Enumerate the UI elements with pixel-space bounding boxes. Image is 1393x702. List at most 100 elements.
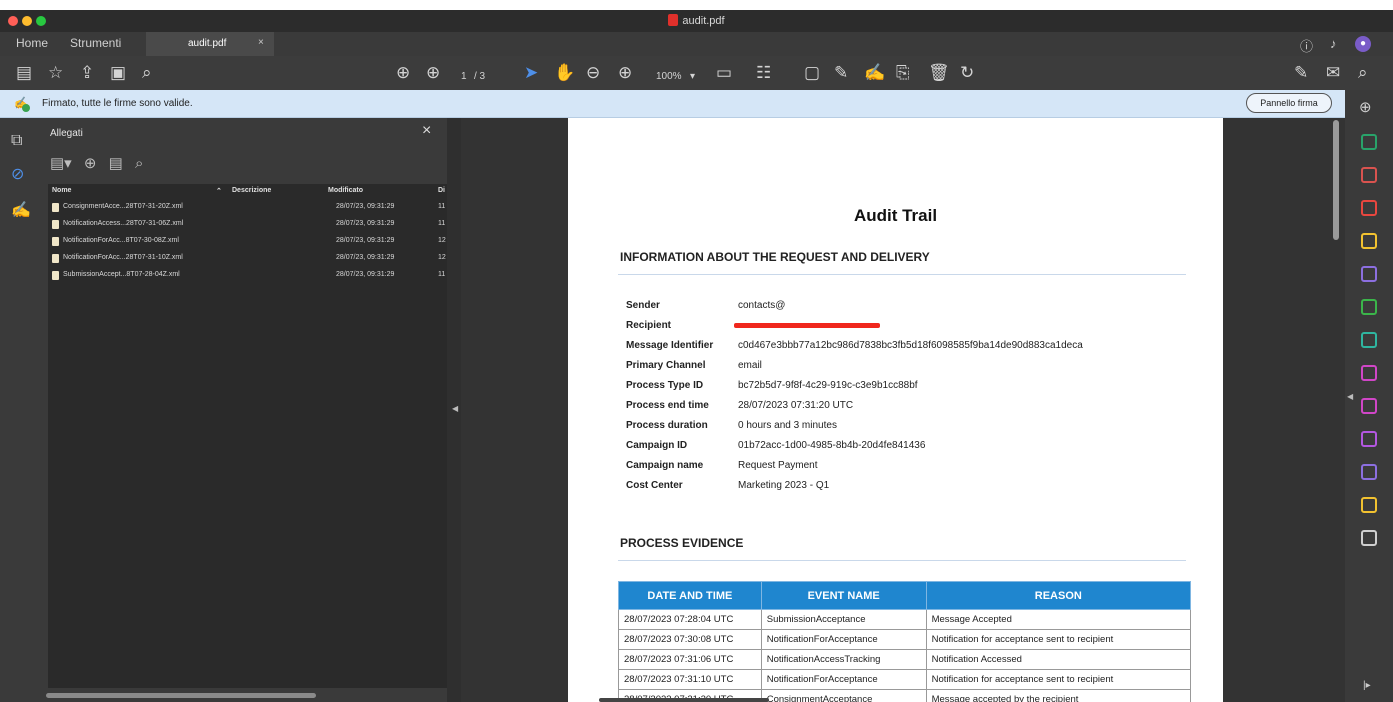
attachments-toolbar: ▤▾ ⊕ ▤ ⌕	[50, 154, 151, 172]
request-signatures-icon[interactable]	[1361, 431, 1377, 447]
bookmark-star-icon[interactable]: ☆	[48, 63, 63, 83]
attachments-close-button[interactable]: ×	[422, 122, 431, 140]
compress-pdf-icon[interactable]	[1361, 332, 1377, 348]
field-value: 28/07/2023 07:31:20 UTC	[738, 400, 854, 411]
protect-icon[interactable]	[1361, 398, 1377, 414]
signature-valid-icon: ✍	[14, 96, 30, 112]
page-number-input[interactable]: 1	[461, 67, 467, 87]
attachment-row[interactable]: NotificationAccess...28T07-31-06Z.xml 28…	[48, 216, 447, 233]
field-value: Request Payment	[738, 460, 818, 471]
section-divider	[618, 560, 1186, 561]
fill-sign-icon[interactable]: ✎	[1294, 63, 1308, 83]
attachment-row[interactable]: NotificationForAcc...28T07-31-10Z.xml 28…	[48, 250, 447, 267]
tab-document[interactable]: audit.pdf ×	[146, 32, 274, 56]
document-vertical-scrollbar[interactable]	[1333, 120, 1339, 240]
attachment-row[interactable]: NotificationForAcc...8T07-30-08Z.xml 28/…	[48, 233, 447, 250]
export-pdf-icon[interactable]	[1361, 134, 1377, 150]
field-label: Process Type ID	[626, 380, 704, 391]
save-attachment-icon[interactable]: ▤	[109, 155, 123, 172]
redact-icon[interactable]	[1361, 497, 1377, 513]
select-tool-icon[interactable]: ➤	[524, 63, 538, 83]
user-search-icon[interactable]: ⌕	[1358, 63, 1368, 83]
page-display-icon[interactable]: ▭	[716, 63, 732, 83]
xml-file-icon	[52, 203, 59, 212]
signature-status-text: Firmato, tutte le firme sono valide.	[42, 98, 193, 109]
tab-home[interactable]: Home	[16, 36, 48, 50]
window-title: audit.pdf	[682, 15, 725, 27]
xml-file-icon	[52, 271, 59, 280]
next-page-icon[interactable]: ⊕	[426, 63, 440, 83]
help-icon[interactable]: ⓘ	[1300, 36, 1313, 55]
signature-panel-button[interactable]: Pannello firma	[1246, 93, 1332, 113]
zoom-in-icon[interactable]: ⊕	[618, 63, 632, 83]
attachments-paperclip-icon[interactable]: ⊘	[11, 164, 24, 184]
table-row: 28/07/2023 07:31:06 UTC NotificationAcce…	[618, 649, 1192, 670]
sign-icon[interactable]	[1361, 464, 1377, 480]
create-pdf-icon[interactable]	[1361, 200, 1377, 216]
process-evidence-table: DATE AND TIME EVENT NAME REASON 28/07/20…	[618, 581, 1192, 702]
xml-file-icon	[52, 237, 59, 246]
previous-page-icon[interactable]: ⊕	[396, 63, 410, 83]
column-header-size[interactable]: Di	[438, 187, 445, 194]
stamp-tool-icon[interactable]: ⎘	[896, 63, 910, 83]
table-cell: 28/07/2023 07:31:10 UTC	[618, 669, 762, 690]
page-thumbnails-icon[interactable]: ⧉	[11, 132, 22, 150]
add-attachment-icon[interactable]: ⊕	[84, 155, 97, 172]
tab-close-button[interactable]: ×	[258, 37, 264, 48]
field-label: Message Identifier	[626, 340, 714, 351]
xml-file-icon	[52, 254, 59, 263]
hand-tool-icon[interactable]: ✋	[554, 63, 575, 83]
table-cell: NotificationForAcceptance	[760, 629, 927, 650]
tab-bar: Home Strumenti audit.pdf × ⓘ ♪ ●	[0, 32, 1393, 56]
sign-tool-icon[interactable]: ✍	[864, 63, 885, 83]
collapse-panel-arrow-icon[interactable]: ◀	[452, 404, 458, 413]
zoom-dropdown-chevron-icon[interactable]: ▾	[690, 67, 695, 87]
search-icon[interactable]: ⌕	[142, 63, 152, 83]
table-cell: ConsignmentAcceptance	[760, 689, 927, 702]
column-header-modified[interactable]: Modificato	[328, 187, 363, 194]
edit-pdf-icon[interactable]	[1361, 299, 1377, 315]
expand-panel-icon[interactable]: |▸	[1363, 680, 1371, 691]
zoom-search-icon[interactable]: ⊕	[1359, 98, 1375, 116]
document-viewport[interactable]: Audit Trail INFORMATION ABOUT THE REQUES…	[461, 118, 1345, 702]
floating-page-toolbar-edge[interactable]	[599, 698, 769, 702]
tab-tools[interactable]: Strumenti	[70, 36, 121, 50]
zoom-out-icon[interactable]: ⊖	[586, 63, 600, 83]
panel-splitter[interactable]: ◀	[447, 118, 461, 702]
fill-sign-icon[interactable]	[1361, 365, 1377, 381]
column-header-name[interactable]: Nome	[52, 187, 71, 194]
highlight-pen-icon[interactable]: ✎	[834, 63, 848, 83]
upload-cloud-icon[interactable]: ⇪	[80, 63, 94, 83]
table-cell: 28/07/2023 07:28:04 UTC	[618, 609, 762, 630]
print-icon[interactable]: ▣	[110, 63, 126, 83]
rotate-icon[interactable]: ↻	[960, 63, 974, 83]
table-row: 28/07/2023 07:28:04 UTC SubmissionAccept…	[618, 609, 1192, 630]
zoom-level-dropdown[interactable]: 100%	[656, 67, 682, 87]
evidence-table-header: DATE AND TIME EVENT NAME REASON	[618, 581, 1192, 610]
collapse-tools-arrow-icon[interactable]: ◀	[1347, 392, 1353, 401]
attachment-row[interactable]: SubmissionAccept...8T07-28-04Z.xml 28/07…	[48, 267, 447, 284]
save-icon[interactable]: ▤	[16, 63, 32, 83]
scroll-mode-icon[interactable]: ☷	[756, 63, 771, 83]
xml-file-icon	[52, 220, 59, 229]
more-tools-icon[interactable]	[1361, 530, 1377, 546]
comment-tool-icon[interactable]: ▢	[804, 63, 820, 83]
notifications-bell-icon[interactable]: ♪	[1330, 36, 1337, 51]
attachments-list-header: Nome ⌃ Descrizione Modificato Di	[48, 184, 447, 198]
attachment-row[interactable]: ConsignmentAcce...28T07-31-20Z.xml 28/07…	[48, 199, 447, 216]
options-menu-icon[interactable]: ▤▾	[50, 155, 72, 172]
email-icon[interactable]: ✉	[1326, 63, 1340, 83]
attachments-horizontal-scrollbar[interactable]	[46, 693, 316, 698]
column-header-description[interactable]: Descrizione	[232, 187, 271, 194]
field-value: Marketing 2023 - Q1	[738, 480, 830, 491]
delete-icon[interactable]: 🗑	[928, 63, 950, 83]
search-attachment-icon[interactable]: ⌕	[135, 155, 143, 172]
signatures-icon[interactable]: ✍	[11, 200, 31, 220]
field-value: email	[738, 360, 762, 371]
account-avatar[interactable]: ●	[1355, 36, 1371, 52]
combine-files-icon[interactable]	[1361, 266, 1377, 282]
table-row: 28/07/2023 07:31:10 UTC NotificationForA…	[618, 669, 1192, 690]
comment-icon[interactable]	[1361, 233, 1377, 249]
organize-pages-icon[interactable]	[1361, 167, 1377, 183]
table-cell: Notification for acceptance sent to reci…	[925, 669, 1192, 690]
